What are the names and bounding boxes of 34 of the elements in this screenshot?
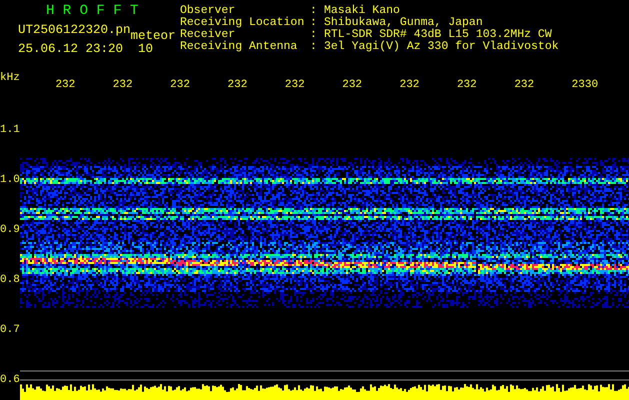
frequency-axis-label: 0.7 [0, 324, 20, 336]
info-separator: : [310, 5, 318, 17]
time-axis-label: 232 [284, 78, 306, 93]
info-value: Shibukawa, Gunma, Japan [324, 17, 483, 29]
info-value: RTL-SDR SDR# 43dB L15 103.2MHz CW [324, 29, 552, 41]
info-label: Receiver [180, 29, 236, 41]
time-axis-label: 232 [514, 78, 536, 93]
frequency-axis-label: 0.9 [0, 224, 20, 236]
info-separator: : [310, 29, 318, 41]
time-axis-label: 2330 [572, 78, 600, 93]
time-axis-label: 232 [228, 78, 248, 93]
file-name: UT2506122320.pn [18, 23, 131, 39]
frequency-axis-label: 1.0 [0, 174, 20, 186]
info-value: Masaki Kano [324, 5, 400, 17]
time-axis-label: 232 [400, 78, 420, 93]
frequency-axis-label: 1.1 [0, 124, 20, 136]
frequency-axis-label: 0.6 [0, 374, 20, 386]
info-separator: : [310, 41, 318, 53]
info-label: Receiving Antenna [180, 41, 298, 53]
info-label: Observer [180, 5, 236, 17]
time-axis-label: 232 [342, 78, 364, 93]
time-axis-label: 232 [456, 78, 478, 93]
info-value: 3el Yagi(V) Az 330 for Vladivostok [324, 41, 559, 53]
axis-unit: kHz [0, 72, 21, 86]
time-axis-label: 232 [55, 78, 76, 93]
interval-label: 10 [138, 42, 154, 56]
info-label: Receiving Location [180, 17, 306, 29]
timestamp: 25.06.12 23:20 [18, 42, 124, 56]
frequency-axis-label: 0.8 [0, 274, 20, 286]
info-separator: : [310, 17, 318, 29]
mode-label: meteor [130, 29, 176, 43]
app-title: H R O F F T [45, 5, 140, 18]
time-axis-label: 232 [112, 78, 134, 93]
time-axis-label: 232 [170, 78, 191, 93]
